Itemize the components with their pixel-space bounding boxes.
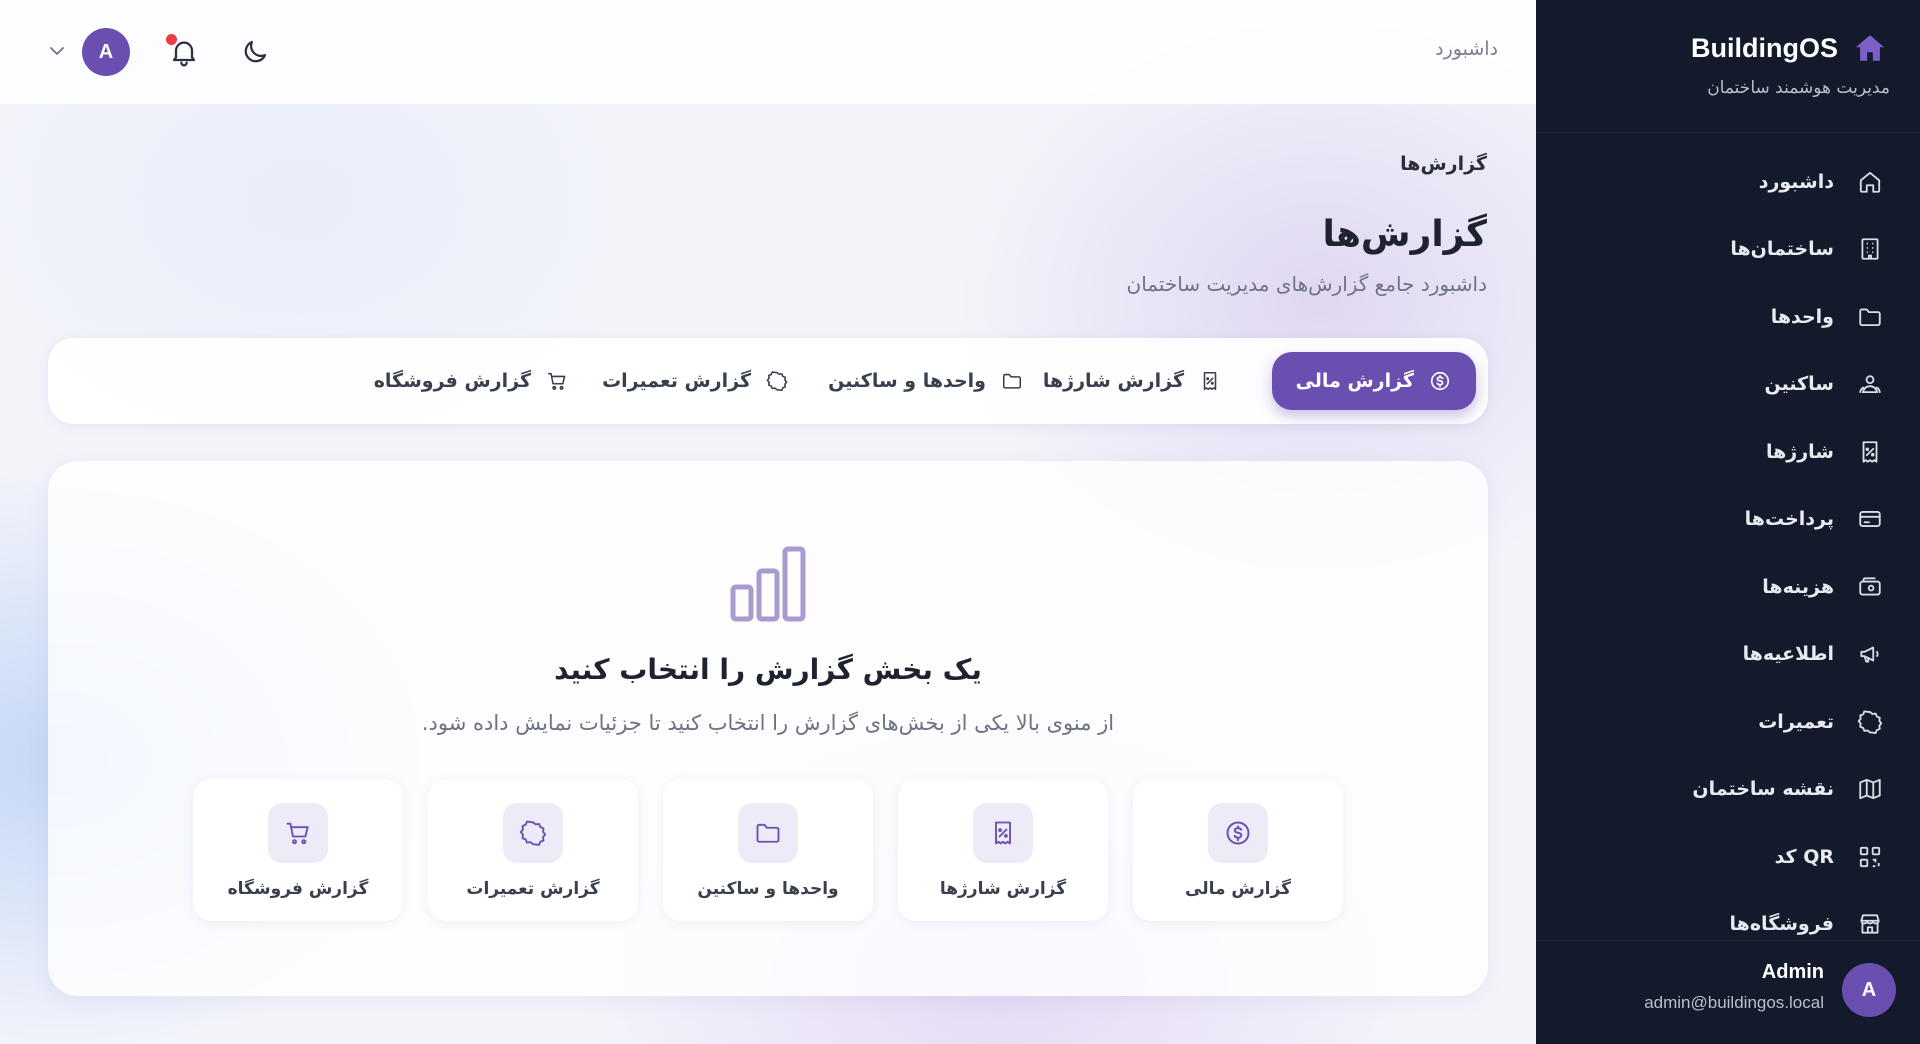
page-subtitle: داشبورد جامع گزارش‌های مدیریت ساختمان (1126, 272, 1488, 296)
folder-icon (1856, 303, 1884, 331)
user-email: admin@buildingos.local (1644, 993, 1824, 1012)
sidebar-brand: BuildingOS مدیریت هوشمند ساختمان (1536, 0, 1920, 133)
page-title: گزارش‌ها (1322, 214, 1487, 255)
quick-card-repairs[interactable]: گزارش تعمیرات (428, 779, 638, 921)
sidebar-item-label: نقشه ساختمان (1692, 778, 1834, 801)
receipt-icon (973, 803, 1033, 863)
avatar[interactable]: A (1842, 963, 1896, 1017)
wallet-icon (1856, 573, 1884, 601)
badge-icon (1856, 708, 1884, 736)
quick-card-label: گزارش تعمیرات (466, 879, 600, 899)
app-subtitle: مدیریت هوشمند ساختمان (1707, 78, 1890, 98)
folder-icon (738, 803, 798, 863)
sidebar-nav: داشبورد ساختمان‌ها واحدها ساکنین شارژها … (1536, 148, 1920, 958)
sidebar-item-label: تعمیرات (1758, 710, 1834, 733)
tab-label: گزارش شارژها (1042, 370, 1184, 392)
moon-icon[interactable] (240, 37, 270, 67)
app-title[interactable]: BuildingOS (1691, 33, 1838, 64)
empty-state-card: یک بخش گزارش را انتخاب کنید از منوی بالا… (48, 461, 1488, 996)
sidebar-item-label: پرداخت‌ها (1744, 508, 1834, 531)
bar-chart-icon (730, 546, 806, 622)
sidebar-item-label: واحدها (1770, 305, 1834, 328)
sidebar-item-expenses[interactable]: هزینه‌ها (1536, 553, 1920, 621)
quick-card-label: واحدها و ساکنین (697, 879, 839, 899)
sidebar-item-dashboard[interactable]: داشبورد (1536, 148, 1920, 216)
notification-dot (166, 34, 177, 45)
main-content: داشبورد A گزارش‌ها گزارش‌ها داشبورد جامع… (0, 0, 1536, 1044)
sidebar-item-announcements[interactable]: اطلاعیه‌ها (1536, 621, 1920, 689)
tab-units-residents[interactable]: واحدها و ساکنین (804, 352, 1048, 410)
receipt-icon (1198, 369, 1222, 393)
tab-shop-report[interactable]: گزارش فروشگاه (350, 352, 593, 410)
avatar[interactable]: A (82, 28, 130, 76)
sidebar-item-building-map[interactable]: نقشه ساختمان (1536, 756, 1920, 824)
sidebar-item-label: کد QR (1774, 845, 1834, 868)
tab-label: گزارش تعمیرات (602, 370, 751, 392)
store-icon (1856, 910, 1884, 938)
sidebar-item-label: ساکنین (1764, 373, 1834, 396)
tab-financial-report[interactable]: گزارش مالی (1271, 352, 1476, 410)
sidebar-item-buildings[interactable]: ساختمان‌ها (1536, 216, 1920, 284)
sidebar-item-repairs[interactable]: تعمیرات (1536, 688, 1920, 756)
tab-label: واحدها و ساکنین (828, 370, 986, 392)
tab-repairs-report[interactable]: گزارش تعمیرات (578, 352, 813, 410)
tab-label: گزارش فروشگاه (373, 370, 531, 392)
badge-icon (765, 369, 789, 393)
dollar-circle-icon (1428, 369, 1452, 393)
quick-card-charges[interactable]: گزارش شارژها (898, 779, 1108, 921)
quick-card-label: گزارش مالی (1185, 879, 1291, 899)
sidebar-item-label: داشبورد (1758, 170, 1834, 193)
sidebar-item-payments[interactable]: پرداخت‌ها (1536, 486, 1920, 554)
sidebar-item-residents[interactable]: ساکنین (1536, 351, 1920, 419)
receipt-icon (1856, 438, 1884, 466)
sidebar-item-label: فروشگاه‌ها (1729, 913, 1834, 936)
qr-code-icon (1856, 843, 1884, 871)
home-icon (1856, 168, 1884, 196)
quick-card-label: گزارش شارژها (939, 879, 1067, 899)
map-icon (1856, 775, 1884, 803)
sidebar-item-qr-code[interactable]: کد QR (1536, 823, 1920, 891)
quick-card-label: گزارش فروشگاه (227, 879, 369, 899)
tab-charges-report[interactable]: گزارش شارژها (1019, 352, 1246, 410)
credit-card-icon (1856, 505, 1884, 533)
user-name: Admin (1761, 961, 1824, 983)
quick-card-shop[interactable]: گزارش فروشگاه (193, 779, 403, 921)
empty-state-title: یک بخش گزارش را انتخاب کنید (554, 653, 982, 686)
sidebar: BuildingOS مدیریت هوشمند ساختمان داشبورد… (1536, 0, 1920, 1044)
badge-icon (503, 803, 563, 863)
cart-icon (268, 803, 328, 863)
sidebar-item-label: ساختمان‌ها (1730, 238, 1834, 261)
home-icon (1852, 30, 1888, 66)
tab-label: گزارش مالی (1295, 370, 1414, 392)
sidebar-item-units[interactable]: واحدها (1536, 283, 1920, 351)
sidebar-item-charges[interactable]: شارژها (1536, 418, 1920, 486)
dollar-circle-icon (1208, 803, 1268, 863)
quick-card-units[interactable]: واحدها و ساکنین (663, 779, 873, 921)
sidebar-item-label: هزینه‌ها (1762, 575, 1834, 598)
brand-row: BuildingOS (1691, 30, 1888, 66)
cart-icon (545, 369, 569, 393)
top-bar: داشبورد A (0, 0, 1536, 104)
sidebar-user[interactable]: A Admin admin@buildingos.local (1536, 940, 1920, 1044)
chevron-down-icon[interactable] (48, 44, 66, 58)
building-icon (1856, 235, 1884, 263)
users-icon (1856, 370, 1884, 398)
empty-state-subtitle: از منوی بالا یکی از بخش‌های گزارش را انت… (421, 711, 1115, 735)
sidebar-item-label: اطلاعیه‌ها (1742, 643, 1834, 666)
quick-card-financial[interactable]: گزارش مالی (1133, 779, 1343, 921)
megaphone-icon (1856, 640, 1884, 668)
report-tabs: گزارش مالی گزارش شارژها واحدها و ساکنین … (48, 338, 1488, 424)
sidebar-item-label: شارژها (1765, 440, 1834, 463)
breadcrumb[interactable]: گزارش‌ها (1400, 153, 1487, 175)
topbar-breadcrumb[interactable]: داشبورد (1435, 38, 1498, 60)
folder-icon (1000, 369, 1024, 393)
